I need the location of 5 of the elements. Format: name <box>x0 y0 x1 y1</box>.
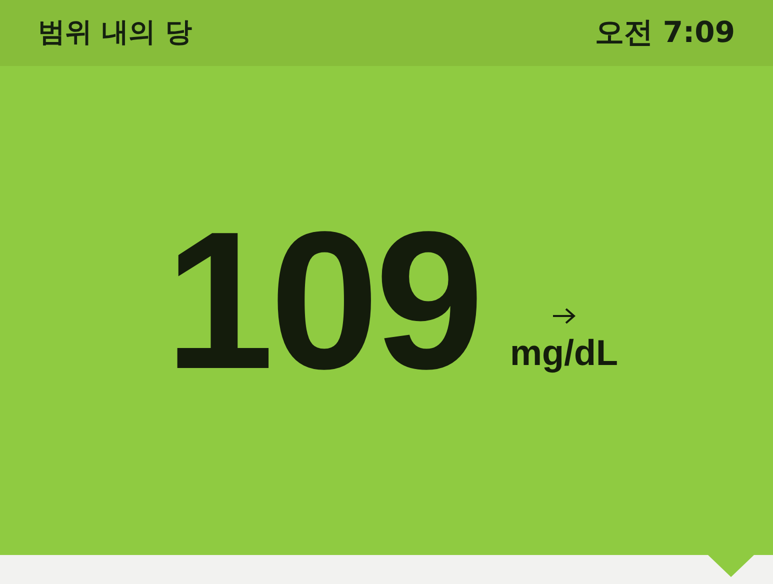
unit-label: mg/dL <box>510 334 618 370</box>
screen-title: 범위 내의 당 <box>38 16 192 50</box>
clock-time: 오전 7:09 <box>594 14 735 52</box>
glucose-value: 109 <box>164 202 480 398</box>
trend-arrow-icon <box>552 306 576 324</box>
